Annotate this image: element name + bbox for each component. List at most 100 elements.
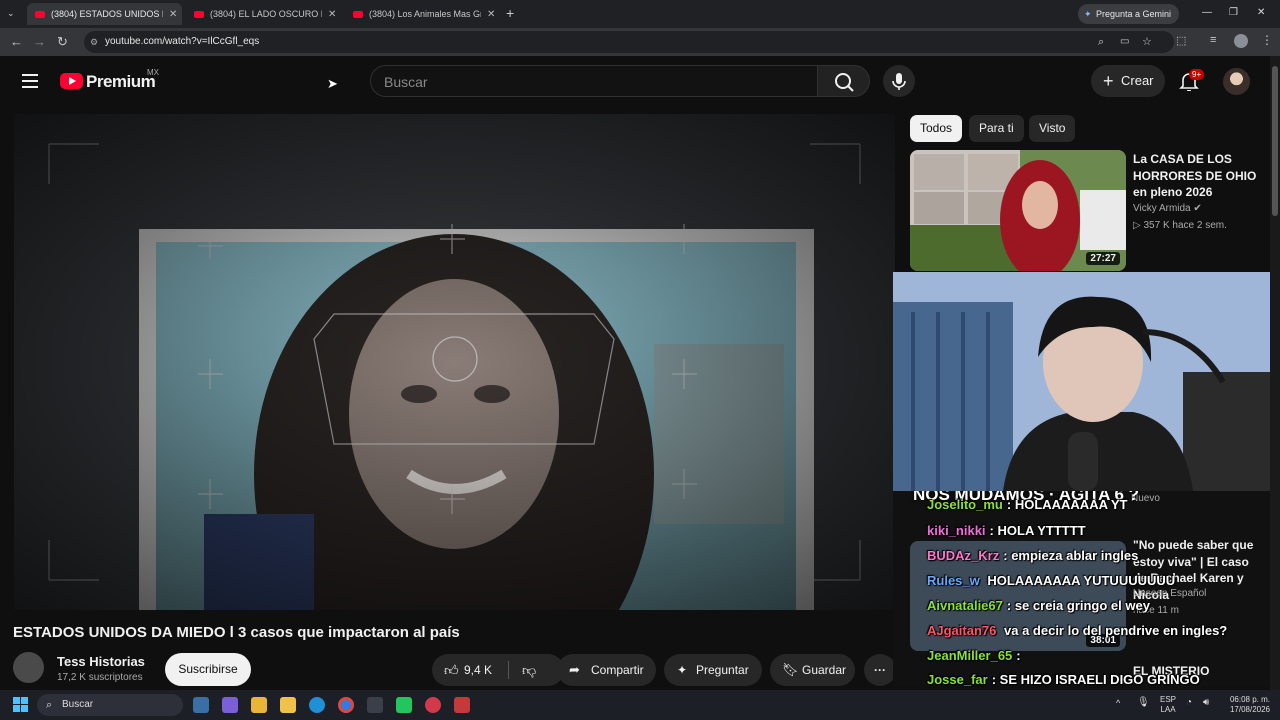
chat-message: Rules_w HOLAAAAAAA YUTUUUUUUU	[927, 573, 1175, 588]
address-bar[interactable]: ⚙ youtube.com/watch?v=IlCcGfl_eqs ⌕ ▭ ☆	[84, 31, 1174, 53]
windows-taskbar: ⌕ Buscar ^ 🎙︎ ESP LAA ◔ 🔊︎ 06:08 p. m. 1…	[0, 690, 1280, 720]
premium-logo-text[interactable]: Premium	[86, 72, 156, 92]
create-button[interactable]: + Crear	[1091, 65, 1165, 97]
volume-icon[interactable]: 🔊︎	[1203, 697, 1209, 708]
bookmark-star-icon[interactable]: ☆	[1142, 31, 1152, 53]
chat-message: Aivnatalie67: se creia gringo el wey	[927, 598, 1150, 613]
recommendation-channel[interactable]: Vicky Armida ✔︎	[1133, 203, 1202, 214]
subscriber-count: 17,2 K suscriptores	[57, 672, 143, 683]
cast-icon[interactable]: ▭	[1120, 31, 1129, 53]
maximize-icon[interactable]: ❐	[1229, 7, 1238, 18]
profile-icon[interactable]	[1234, 34, 1248, 48]
more-actions-icon[interactable]: ···	[864, 654, 896, 686]
mouse-cursor-icon: ➤	[327, 76, 338, 91]
forward-icon[interactable]: →	[33, 34, 46, 49]
site-info-icon[interactable]: ⚙	[90, 31, 98, 53]
copilot-icon[interactable]	[222, 697, 238, 713]
file-explorer-icon[interactable]	[280, 697, 296, 713]
chrome-icon[interactable]	[338, 697, 354, 713]
youtube-favicon-icon	[194, 10, 204, 18]
tab-animales[interactable]: (3804) Los Animales Mas Grand ✕	[345, 3, 500, 25]
gemini-label: Pregunta a Gemini	[1096, 9, 1172, 19]
video-player[interactable]	[14, 114, 895, 610]
tab-lado-oscuro[interactable]: (3804) EL LADO OSCURO DE LO ✕	[186, 3, 341, 25]
wifi-icon[interactable]: ◔	[1186, 697, 1192, 708]
scrollbar-thumb[interactable]	[1272, 66, 1278, 216]
app-icon[interactable]	[454, 697, 470, 713]
chat-text: HOLA YTTTTT	[997, 523, 1086, 538]
reading-list-icon[interactable]: ≡	[1210, 34, 1216, 46]
extensions-icon[interactable]: ⬚	[1176, 34, 1186, 47]
chat-username: JeanMiller_65	[927, 648, 1013, 663]
tray-chevron-icon[interactable]: ^	[1116, 698, 1120, 708]
chat-text: HOLAAAAAAA YUTUUUUUUU	[987, 573, 1176, 588]
youtube-favicon-icon	[353, 10, 363, 18]
chat-text: empieza ablar ingles	[1011, 548, 1139, 563]
recommendation-thumbnail[interactable]: 27:27	[910, 150, 1126, 271]
chat-text: SE HIZO ISRAELI DIGO GRINGO	[999, 672, 1200, 687]
close-tab-icon[interactable]: ✕	[169, 9, 177, 20]
system-clock[interactable]: 06:08 p. m. 17/08/2026	[1222, 695, 1270, 715]
search-icon: ⌕	[46, 699, 53, 711]
gemini-button[interactable]: ✦ Pregunta a Gemini	[1078, 4, 1180, 24]
page-scrollbar[interactable]	[1270, 56, 1280, 690]
region-code: MX	[147, 68, 159, 77]
ask-button[interactable]: ✦ Preguntar	[664, 654, 762, 686]
recommendation-meta: ▷ 357 K hace 2 sem.	[1133, 220, 1227, 231]
chip-para-ti[interactable]: Para ti	[969, 115, 1024, 142]
chat-username: BUDAz_Krz	[927, 548, 1000, 563]
account-avatar[interactable]	[1223, 68, 1250, 95]
share-label: Compartir	[591, 663, 644, 677]
windows-start-icon[interactable]	[13, 697, 29, 713]
microphone-icon[interactable]: 🎙︎	[1137, 697, 1150, 708]
zoom-icon[interactable]: ⌕	[1098, 31, 1104, 53]
browser-menu-icon[interactable]: ⋮	[1261, 33, 1273, 47]
edge-icon[interactable]	[309, 697, 325, 713]
search-button[interactable]	[817, 65, 870, 97]
reload-icon[interactable]: ↻	[57, 34, 68, 50]
like-dislike-group: 👍︎ 9,4 K 👎︎	[432, 654, 564, 686]
microphone-icon	[892, 73, 906, 90]
youtube-logo-icon[interactable]	[60, 73, 83, 89]
chat-text: HOLAAAAAAA YT	[1014, 497, 1128, 512]
thumbs-down-icon[interactable]: 👎︎	[522, 654, 536, 686]
youtube-favicon-icon	[35, 10, 45, 18]
tab-search-chevron-icon[interactable]: ⌄	[7, 8, 15, 19]
close-window-icon[interactable]: ✕	[1257, 7, 1265, 18]
minimize-icon[interactable]: —	[1202, 7, 1212, 18]
chat-message: Joselito_mu: HOLAAAAAAA YT	[927, 497, 1128, 512]
channel-avatar[interactable]	[13, 652, 44, 683]
chip-visto[interactable]: Visto	[1029, 115, 1076, 142]
chip-todos[interactable]: Todos	[910, 115, 963, 142]
back-icon[interactable]: ←	[10, 34, 23, 49]
voice-search-button[interactable]	[883, 65, 915, 97]
tab-estados-unidos[interactable]: (3804) ESTADOS UNIDOS DA M ✕	[27, 3, 182, 25]
subscribe-button[interactable]: Suscribirse	[165, 653, 251, 686]
close-tab-icon[interactable]: ✕	[487, 9, 495, 20]
app-icon[interactable]	[425, 697, 441, 713]
store-icon[interactable]	[251, 697, 267, 713]
verified-icon: ✔︎	[1193, 203, 1202, 214]
video-frame	[14, 114, 895, 610]
channel-name[interactable]: Tess Historias	[57, 654, 145, 669]
hamburger-menu-icon[interactable]	[22, 74, 38, 88]
chat-message: Josse_far: SE HIZO ISRAELI DIGO GRINGO	[927, 672, 1200, 687]
input-language[interactable]: ESP LAA	[1160, 695, 1176, 715]
app-icon[interactable]	[367, 697, 383, 713]
search-icon	[835, 73, 854, 92]
chat-text: va a decir lo del pendrive en ingles?	[1004, 623, 1228, 638]
share-button[interactable]: ➦ Compartir	[557, 654, 656, 686]
recommendation-title[interactable]: La CASA DE LOS HORRORES DE OHIO en pleno…	[1133, 151, 1258, 201]
save-button[interactable]: 🔖︎ Guardar	[770, 654, 855, 686]
search-input[interactable]	[384, 72, 804, 92]
thumbs-up-icon[interactable]: 👍︎	[444, 654, 459, 686]
chat-username: Rules_w	[927, 573, 980, 588]
taskbar-search[interactable]: ⌕ Buscar	[37, 694, 183, 716]
divider	[508, 661, 509, 679]
like-count[interactable]: 9,4 K	[464, 654, 492, 686]
chat-username: Josse_far	[927, 672, 988, 687]
close-tab-icon[interactable]: ✕	[328, 9, 336, 20]
app-icon[interactable]	[396, 697, 412, 713]
new-tab-button[interactable]: +	[506, 5, 514, 21]
task-view-icon[interactable]	[193, 697, 209, 713]
